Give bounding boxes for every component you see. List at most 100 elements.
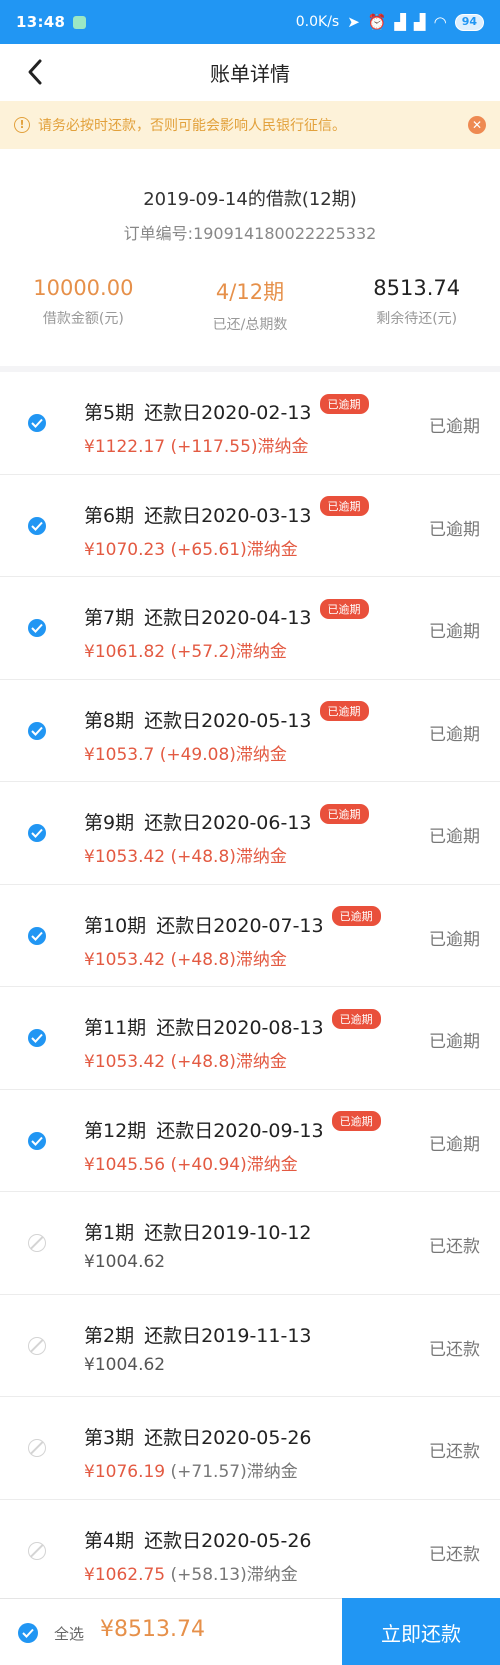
disabled-check-icon bbox=[28, 1336, 46, 1355]
installment-header: 第9期 还款日2020-06-13 已逾期 bbox=[84, 803, 369, 835]
battery-icon: 94 bbox=[454, 13, 484, 31]
overdue-badge: 已逾期 bbox=[319, 701, 369, 721]
app-notification-icon bbox=[73, 15, 87, 29]
amount-line: ¥1062.75 (+58.13)滞纳金 bbox=[84, 1560, 298, 1585]
remaining-label: 剩余待还(元) bbox=[376, 311, 458, 327]
amount-line: ¥1070.23 (+65.61)滞纳金 bbox=[84, 535, 298, 560]
loan-title: 2019-09-14的借款(12期) bbox=[143, 189, 357, 210]
due-date: 还款日2020-05-26 bbox=[144, 1529, 312, 1552]
late-fee: (+65.61)滞纳金 bbox=[165, 539, 298, 560]
installment-row[interactable]: 第3期 还款日2020-05-26 ¥1076.19 (+71.57)滞纳金 已还款 bbox=[0, 1397, 500, 1500]
installment-row[interactable]: 第7期 还款日2020-04-13 已逾期 ¥1061.82 (+57.2)滞纳金 已逾… bbox=[0, 577, 500, 680]
installment-status: 已逾期 bbox=[429, 1134, 480, 1155]
status-time: 13:48 bbox=[16, 13, 66, 31]
installment-row[interactable]: 第5期 还款日2020-02-13 已逾期 ¥1122.17 (+117.55)滞纳金… bbox=[0, 372, 500, 475]
disabled-check-icon bbox=[28, 1541, 46, 1560]
installment-amount: ¥1045.56 bbox=[84, 1154, 166, 1175]
installment-row[interactable]: 第8期 还款日2020-05-13 已逾期 ¥1053.7 (+49.08)滞纳金 已逾… bbox=[0, 679, 500, 782]
installment-status: 已还款 bbox=[429, 1442, 480, 1462]
installment-row[interactable]: 第9期 还款日2020-06-13 已逾期 ¥1053.42 (+48.8)滞纳金 已逾… bbox=[0, 782, 500, 885]
period-label: 第4期 bbox=[84, 1529, 135, 1552]
installment-row[interactable]: 第4期 还款日2020-05-26 ¥1062.75 (+58.13)滞纳金 已还款 bbox=[0, 1499, 500, 1602]
installment-header: 第4期 还款日2020-05-26 bbox=[84, 1526, 312, 1553]
installment-row[interactable]: 第6期 还款日2020-03-13 已逾期 ¥1070.23 (+65.61)滞纳金 已… bbox=[0, 474, 500, 577]
amount-line: ¥1076.19 (+71.57)滞纳金 bbox=[84, 1457, 298, 1482]
progress-label: 已还/总期数 bbox=[212, 317, 288, 333]
signal-icon-2: ▟ bbox=[414, 13, 426, 31]
period-label: 第2期 bbox=[84, 1324, 135, 1347]
late-fee: (+48.8)滞纳金 bbox=[165, 949, 287, 970]
amount-line: ¥1045.56 (+40.94)滞纳金 bbox=[84, 1150, 298, 1175]
installment-amount: ¥1053.42 bbox=[84, 1052, 166, 1072]
installment-header: 第10期 还款日2020-07-13 已逾期 bbox=[84, 906, 381, 938]
row-checkbox[interactable] bbox=[28, 721, 46, 740]
due-date: 还款日2020-09-13 bbox=[156, 1119, 324, 1142]
installment-amount: ¥1004.62 bbox=[84, 1354, 166, 1375]
row-checkbox[interactable] bbox=[28, 414, 46, 432]
installment-amount: ¥1053.42 bbox=[84, 847, 166, 867]
stat-progress: 4/12期 已还/总期数 bbox=[167, 276, 334, 334]
installment-row[interactable]: 第2期 还款日2019-11-13 ¥1004.62 已还款 bbox=[0, 1294, 500, 1397]
close-icon[interactable]: ✕ bbox=[468, 116, 486, 134]
back-button[interactable] bbox=[22, 56, 50, 88]
installment-row[interactable]: 第10期 还款日2020-07-13 已逾期 ¥1053.42 (+48.8)滞纳金 已… bbox=[0, 884, 500, 987]
check-icon bbox=[31, 726, 43, 736]
summary-stats: 10000.00 借款金额(元) 4/12期 已还/总期数 8513.74 剩余… bbox=[0, 276, 500, 334]
check-icon bbox=[31, 1136, 43, 1146]
row-checkbox[interactable] bbox=[28, 619, 46, 637]
loan-summary: 2019-09-14的借款(12期) 订单编号:1909141800222253… bbox=[0, 149, 500, 366]
installment-status: 已逾期 bbox=[429, 417, 480, 437]
loan-amount-value: 10000.00 bbox=[33, 276, 134, 300]
amount-line: ¥1053.42 (+48.8)滞纳金 bbox=[84, 1047, 287, 1072]
late-fee: (+117.55)滞纳金 bbox=[165, 437, 309, 457]
installment-status: 已逾期 bbox=[429, 519, 480, 540]
alarm-icon: ⏰ bbox=[367, 13, 387, 31]
amount-line: ¥1004.62 bbox=[84, 1355, 165, 1375]
installment-status: 已逾期 bbox=[429, 622, 480, 642]
installment-header: 第8期 还款日2020-05-13 已逾期 bbox=[84, 701, 369, 733]
installment-amount: ¥1070.23 bbox=[84, 539, 166, 560]
stat-loan-amount: 10000.00 借款金额(元) bbox=[0, 276, 167, 334]
warning-notice: ! 请务必按时还款，否则可能会影响人民银行征信。 ✕ bbox=[0, 101, 500, 149]
installment-row[interactable]: 第11期 还款日2020-08-13 已逾期 ¥1053.42 (+48.8)滞纳金 已… bbox=[0, 987, 500, 1090]
due-date: 还款日2020-08-13 bbox=[156, 1017, 324, 1039]
installment-row[interactable]: 第12期 还款日2020-09-13 已逾期 ¥1045.56 (+40.94)滞纳金… bbox=[0, 1089, 500, 1192]
row-checkbox[interactable] bbox=[28, 824, 46, 842]
row-checkbox[interactable] bbox=[28, 1131, 46, 1150]
period-label: 第5期 bbox=[84, 402, 135, 424]
wifi-icon: ◠ bbox=[433, 13, 447, 31]
row-checkbox[interactable] bbox=[28, 1029, 46, 1047]
due-date: 还款日2020-06-13 bbox=[144, 812, 312, 834]
installment-status: 已逾期 bbox=[429, 827, 480, 847]
select-all-checkbox[interactable] bbox=[18, 1623, 38, 1643]
late-fee: (+49.08)滞纳金 bbox=[154, 744, 287, 765]
amount-line: ¥1053.42 (+48.8)滞纳金 bbox=[84, 842, 287, 867]
period-label: 第9期 bbox=[84, 812, 135, 834]
period-label: 第11期 bbox=[84, 1017, 147, 1039]
network-speed: 0.0K/s bbox=[295, 14, 340, 30]
period-label: 第3期 bbox=[84, 1427, 135, 1449]
row-checkbox[interactable] bbox=[28, 516, 46, 535]
check-icon bbox=[31, 828, 43, 838]
due-date: 还款日2020-05-26 bbox=[144, 1427, 312, 1449]
late-fee: (+58.13)滞纳金 bbox=[165, 1564, 298, 1585]
installment-status: 已逾期 bbox=[429, 929, 480, 950]
pay-now-button[interactable]: 立即还款 bbox=[342, 1598, 500, 1665]
row-checkbox[interactable] bbox=[28, 926, 46, 945]
overdue-badge: 已逾期 bbox=[319, 496, 369, 516]
amount-line: ¥1004.62 bbox=[84, 1252, 165, 1272]
overdue-badge: 已逾期 bbox=[331, 906, 381, 926]
installment-status: 已还款 bbox=[429, 1237, 480, 1257]
overdue-badge: 已逾期 bbox=[319, 393, 369, 414]
check-icon bbox=[31, 931, 43, 941]
location-icon: ➤ bbox=[347, 13, 360, 31]
late-fee: (+57.2)滞纳金 bbox=[165, 642, 287, 662]
due-date: 还款日2020-05-13 bbox=[144, 709, 312, 732]
late-fee: (+48.8)滞纳金 bbox=[165, 1052, 287, 1072]
due-date: 还款日2020-03-13 bbox=[144, 504, 312, 527]
select-all-label[interactable]: 全选 bbox=[54, 1623, 84, 1644]
info-icon: ! bbox=[14, 117, 30, 133]
installment-row[interactable]: 第1期 还款日2019-10-12 ¥1004.62 已还款 bbox=[0, 1192, 500, 1295]
period-label: 第6期 bbox=[84, 504, 135, 527]
installment-header: 第2期 还款日2019-11-13 bbox=[84, 1321, 312, 1348]
